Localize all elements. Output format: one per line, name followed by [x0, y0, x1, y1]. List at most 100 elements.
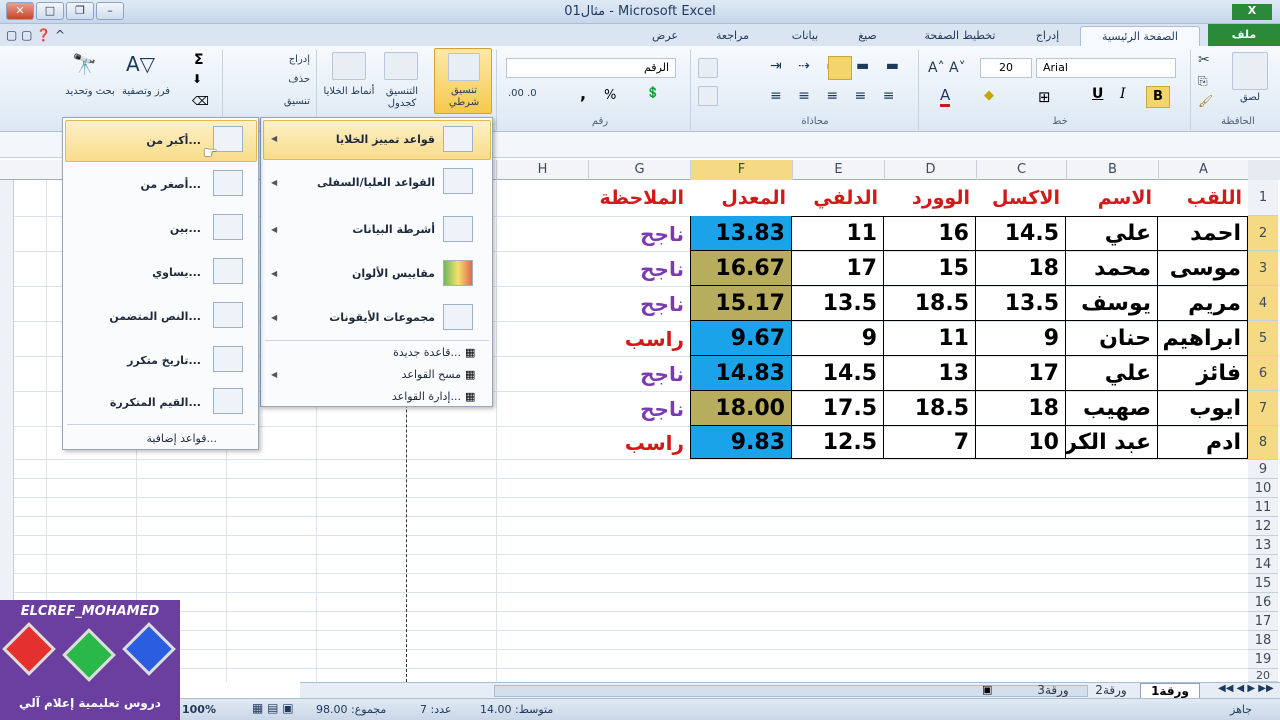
cell-d1[interactable]: الوورد [884, 180, 976, 216]
cell-c5[interactable]: 9 [976, 321, 1066, 356]
format-as-table-label[interactable]: التنسيق كجدول [374, 86, 430, 110]
maximize-button[interactable]: □ [36, 2, 64, 20]
font-name-select[interactable]: Arial [1036, 58, 1176, 78]
col-header-b[interactable]: B [1066, 160, 1158, 180]
row-header-14[interactable]: 14 [1248, 555, 1278, 574]
menu-item-highlight-cells-rules[interactable]: قواعد تمييز الخلايا [291, 133, 435, 146]
tab-formulas[interactable]: صيغ [840, 26, 895, 46]
sheet-nav-icons[interactable]: ◀◀ ◀ ▶ ▶▶ [1218, 683, 1274, 694]
col-header-f[interactable]: F [690, 160, 792, 180]
menu-item-greater-than[interactable]: أكبر من... [73, 134, 201, 147]
menu-item-date-occurring[interactable]: تاريخ متكرر... [73, 354, 201, 367]
cell-e7[interactable]: 17.5 [792, 391, 884, 426]
cell-e3[interactable]: 17 [792, 251, 884, 286]
font-grow-shrink-icon[interactable]: A˄ A˅ [928, 60, 966, 76]
cell-a3[interactable]: موسى [1158, 251, 1248, 286]
cell-d5[interactable]: 11 [884, 321, 976, 356]
wrap-text-icon[interactable] [698, 58, 718, 78]
cell-g3[interactable]: ناجح [588, 251, 690, 286]
quick-access-icons[interactable]: ▢ ▢ ❓ ^ [6, 28, 65, 42]
cell-g7[interactable]: ناجح [588, 391, 690, 426]
insert-cells-button[interactable]: إدراج [244, 54, 310, 65]
cell-b5[interactable]: حنان [1066, 321, 1158, 356]
cut-icon[interactable]: ✂ [1198, 52, 1210, 68]
menu-item-manage-rules[interactable]: إدارة القواعد... [321, 390, 461, 403]
format-table-icon[interactable] [384, 52, 418, 80]
cell-g2[interactable]: ناجح [588, 216, 690, 251]
new-sheet-icon[interactable]: ▣ [982, 683, 992, 696]
alignment-bottom-icons[interactable]: ≡ ≡ ≡ ≡ ≡ [770, 88, 910, 110]
cell-a8[interactable]: ادم [1158, 426, 1248, 459]
cell-f1[interactable]: المعدل [690, 180, 792, 216]
row-header-19[interactable]: 19 [1248, 650, 1278, 669]
tab-review[interactable]: مراجعة [700, 26, 765, 46]
menu-item-between[interactable]: بين... [73, 222, 201, 235]
tab-page-layout[interactable]: تخطيط الصفحة [905, 26, 1015, 46]
align-middle-icon[interactable] [828, 56, 852, 80]
row-header-8[interactable]: 8 [1248, 426, 1278, 460]
cell-b2[interactable]: علي [1066, 216, 1158, 251]
cell-b8[interactable]: عبد الكر [1066, 426, 1158, 459]
cell-b7[interactable]: صهيب [1066, 391, 1158, 426]
select-all-corner[interactable] [1248, 160, 1280, 180]
row-header-3[interactable]: 3 [1248, 251, 1278, 286]
row-header-16[interactable]: 16 [1248, 593, 1278, 612]
row-header-12[interactable]: 12 [1248, 517, 1278, 536]
tab-home[interactable]: الصفحة الرئيسية [1080, 26, 1200, 46]
menu-item-duplicate-values[interactable]: القيم المتكررة... [73, 396, 201, 409]
cell-f8[interactable]: 9.83 [690, 426, 792, 459]
paste-icon[interactable] [1232, 52, 1268, 90]
cell-a2[interactable]: احمد [1158, 216, 1248, 251]
menu-item-top-bottom-rules[interactable]: القواعد العليا/السفلى [291, 176, 435, 189]
sheet-tab-3[interactable]: ورقة3 [1024, 683, 1082, 699]
menu-item-less-than[interactable]: أصغر من... [73, 178, 201, 191]
sort-filter-label[interactable]: فرز وتصفية [118, 86, 174, 98]
menu-item-data-bars[interactable]: أشرطة البيانات [291, 223, 435, 236]
cell-e1[interactable]: الدلفي [792, 180, 884, 216]
tab-insert[interactable]: إدراج [1020, 26, 1075, 46]
row-header-20[interactable]: 20 [1248, 669, 1278, 682]
delete-cells-button[interactable]: حذف [244, 74, 310, 85]
underline-icon[interactable]: U [1092, 86, 1103, 102]
menu-item-equal-to[interactable]: يساوي... [73, 266, 201, 279]
cell-g5[interactable]: راسب [588, 321, 690, 356]
col-header-d[interactable]: D [884, 160, 976, 180]
find-select-icon[interactable]: 🔭 [72, 52, 97, 76]
menu-item-more-rules[interactable]: قواعد إضافية... [73, 432, 217, 445]
font-size-select[interactable]: 20 [980, 58, 1032, 78]
clear-icon[interactable]: ⌫ [192, 94, 209, 108]
row-header-13[interactable]: 13 [1248, 536, 1278, 555]
cell-f6[interactable]: 14.83 [690, 356, 792, 391]
menu-item-new-rule[interactable]: قاعدة جديدة... [321, 346, 461, 359]
cell-f3[interactable]: 16.67 [690, 251, 792, 286]
cell-c2[interactable]: 14.5 [976, 216, 1066, 251]
cell-e8[interactable]: 12.5 [792, 426, 884, 459]
view-buttons-icon[interactable]: ▦ ▤ ▣ [252, 701, 294, 715]
cell-d7[interactable]: 18.5 [884, 391, 976, 426]
cell-d6[interactable]: 13 [884, 356, 976, 391]
cell-c4[interactable]: 13.5 [976, 286, 1066, 321]
cell-g6[interactable]: ناجح [588, 356, 690, 391]
cell-c6[interactable]: 17 [976, 356, 1066, 391]
copy-icon[interactable]: ⎘ [1198, 74, 1208, 89]
fill-color-icon[interactable]: ◆ [984, 88, 994, 103]
sheet-tab-2[interactable]: ورقة2 [1082, 683, 1140, 699]
col-header-c[interactable]: C [976, 160, 1066, 180]
cell-e4[interactable]: 13.5 [792, 286, 884, 321]
row-header-2[interactable]: 2 [1248, 216, 1278, 251]
minimize-button[interactable]: – [96, 2, 124, 20]
col-header-e[interactable]: E [792, 160, 884, 180]
cell-a7[interactable]: ايوب [1158, 391, 1248, 426]
merge-center-icon[interactable] [698, 86, 718, 106]
cell-b1[interactable]: الاسم [1066, 180, 1158, 216]
col-header-g[interactable]: G [588, 160, 690, 180]
row-header-15[interactable]: 15 [1248, 574, 1278, 593]
cell-a6[interactable]: فائز [1158, 356, 1248, 391]
menu-item-text-contains[interactable]: النص المتضمن... [73, 310, 201, 323]
cell-g8[interactable]: راسب [588, 426, 690, 459]
sheet-tab-1[interactable]: ورقة1 [1140, 683, 1200, 699]
menu-item-color-scales[interactable]: مقاييس الألوان [291, 267, 435, 280]
tab-data[interactable]: بيانات [775, 26, 835, 46]
cell-a5[interactable]: ابراهيم [1158, 321, 1248, 356]
decimal-icons[interactable]: .00 .0 [508, 88, 537, 99]
